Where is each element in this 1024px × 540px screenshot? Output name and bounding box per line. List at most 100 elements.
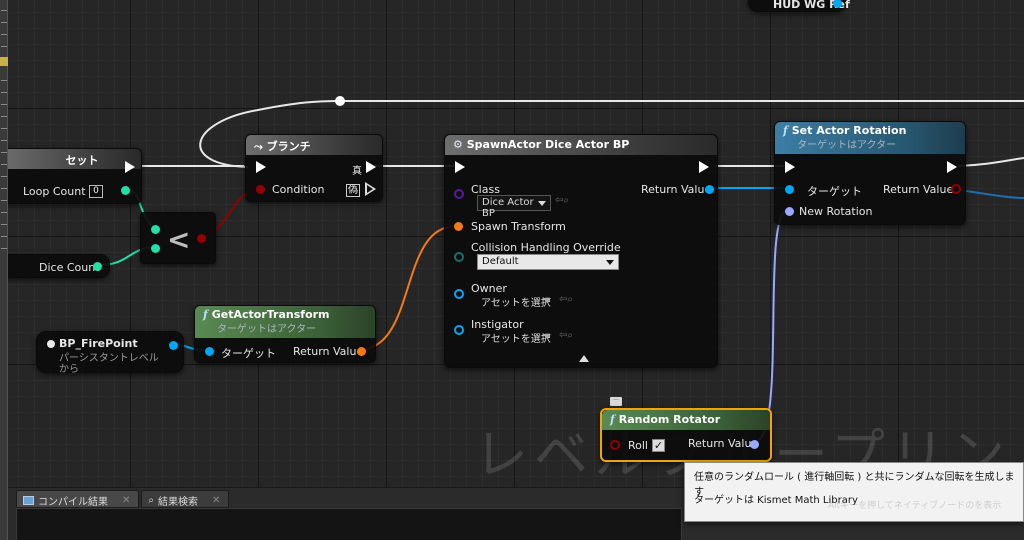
random-rotator-return-label: Return Value [688,437,759,450]
compile-results-content [16,508,682,540]
faint-hint-text: Altキーを押してネイティブノードのを表示 [828,501,1002,511]
set-loop-count-node[interactable]: セット Loop Count 0 [8,148,142,204]
collision-label: Collision Handling Override [471,241,621,254]
spawn-exec-in-pin[interactable] [455,161,465,173]
node-tooltip: 任意のランダムロール ( 進行軸回転 ) と共にランダムな回転を生成します ター… [684,462,1024,522]
owner-browse-icon[interactable]: ⇦⌕ [559,294,573,305]
owner-pin[interactable] [454,289,464,299]
spawn-actor-icon: ⚙ [453,138,463,151]
spawn-actor-header: ⚙ SpawnActor Dice Actor BP [445,135,717,155]
get-transform-header: f GetActorTransform ターゲットはアクター [195,306,375,338]
spawn-return-label: Return Value [641,183,712,196]
compile-results-icon [23,495,34,505]
tab-find-results[interactable]: ⌕ 結果検索 ✕ [141,490,230,508]
roll-label: Roll [628,439,648,452]
reroute-knot [335,96,345,106]
set-rotation-exec-in-pin[interactable] [785,161,795,173]
spawn-return-pin[interactable] [705,185,714,194]
close-icon[interactable]: ✕ [212,495,220,506]
less-than-symbol: < [167,223,191,256]
bp-firepoint-node[interactable]: BP_FirePoint パーシスタントレベル から [36,331,184,375]
hud-ref-node[interactable]: HUD WG Ref [748,0,850,12]
new-rotation-pin[interactable] [785,207,794,216]
loop-count-label: Loop Count [23,185,86,198]
exec-wire-setrot-out [957,157,1024,167]
set-node-title: セット [65,154,99,167]
less-than-input-a-pin[interactable] [151,225,160,234]
blueprint-graph-canvas[interactable]: レベルブループリント HUD WG Ref セット Loop Count 0 [8,0,1024,487]
roll-checkbox[interactable]: ✓ [652,439,665,452]
function-icon: f [783,124,788,137]
less-than-output-pin[interactable] [197,234,206,243]
branch-header: ⤳ ブランチ [246,135,382,155]
loop-count-output-pin[interactable] [121,186,130,195]
dice-count-node[interactable]: Dice Count [8,254,110,278]
less-than-input-b-pin[interactable] [151,244,160,253]
spawn-class-value: Dice Actor BP [482,197,534,219]
collapse-advanced-icon[interactable] [579,355,589,362]
instigator-select[interactable]: アセットを選択 [477,329,555,345]
new-rotation-label: New Rotation [799,205,873,218]
function-icon-3: f [610,413,615,426]
roll-pin[interactable] [610,440,620,450]
spawn-actor-title: SpawnActor Dice Actor BP [466,138,630,151]
bottom-tab-bar: コンパイル結果 ✕ ⌕ 結果検索 ✕ [16,490,230,508]
owner-value: アセットを選択 [481,298,551,309]
set-actor-rotation-node[interactable]: f Set Actor Rotation ターゲットはアクター ターゲット Ret… [774,121,966,225]
set-rotation-exec-out-pin[interactable] [947,161,957,173]
spawn-exec-out-pin[interactable] [699,161,709,173]
get-transform-target-pin[interactable] [205,347,214,356]
random-rotator-header: f Random Rotator [602,410,770,430]
get-transform-return-pin[interactable] [357,347,366,356]
loop-count-value: 0 [89,185,103,198]
branch-true-out-pin[interactable] [366,161,376,173]
spawn-class-pin[interactable] [454,189,464,199]
get-transform-subtitle: ターゲットはアクター [217,324,317,335]
close-icon[interactable]: ✕ [122,495,130,506]
random-rotator-return-pin[interactable] [750,440,759,449]
dice-count-label: Dice Count [39,261,100,274]
firepoint-sphere-icon [47,340,55,348]
random-rotator-node[interactable]: f Random Rotator Roll ✓ Return Value [600,408,772,462]
random-rotator-title: Random Rotator [618,413,721,426]
branch-false-label: 偽 [346,184,360,197]
firepoint-output-pin[interactable] [169,341,178,350]
left-toolbar-strip [0,0,8,540]
spawn-class-select[interactable]: Dice Actor BP [477,195,551,219]
collision-pin[interactable] [454,252,464,262]
set-rotation-return-pin[interactable] [951,184,961,194]
branch-condition-pin[interactable] [256,185,265,194]
instigator-pin[interactable] [454,325,464,335]
branch-true-label: 真 [352,166,362,177]
set-rotation-header: f Set Actor Rotation ターゲットはアクター [775,122,965,154]
spawn-transform-pin[interactable] [454,222,463,231]
tab-compile-results[interactable]: コンパイル結果 ✕ [16,490,140,508]
instigator-browse-icon[interactable]: ⇦⌕ [559,330,573,341]
firepoint-subtitle-2: から [59,364,79,375]
less-than-node[interactable]: < [140,212,216,264]
collision-select[interactable]: Default [477,254,619,270]
branch-title: ブランチ [266,140,311,153]
set-exec-out-pin[interactable] [125,161,135,173]
owner-select[interactable]: アセットを選択 [477,293,555,309]
spawn-actor-node[interactable]: ⚙ SpawnActor Dice Actor BP Class Dice Ac… [444,134,718,368]
get-actor-transform-node[interactable]: f GetActorTransform ターゲットはアクター ターゲット Retu… [194,305,376,363]
dice-count-output-pin[interactable] [93,262,102,271]
bookmark-marker [0,57,8,66]
collision-value: Default [482,256,519,267]
branch-icon: ⤳ [254,140,263,153]
get-transform-target-label: ターゲット [221,347,276,360]
branch-node[interactable]: ⤳ ブランチ 真 Condition 偽 [245,134,383,202]
set-rotation-target-pin[interactable] [785,185,794,194]
set-rotation-subtitle: ターゲットはアクター [797,140,897,151]
tab-compile-results-label: コンパイル結果 [38,496,108,508]
comment-bubble-icon[interactable]: ··· [610,397,622,406]
instigator-value: アセットを選択 [481,334,551,345]
find-results-icon: ⌕ [148,494,154,506]
set-rotation-target-label: ターゲット [807,185,862,198]
class-browse-icon[interactable]: ⇦⌕ [555,195,569,206]
tab-find-results-label: 結果検索 [158,496,198,508]
spawn-transform-label: Spawn Transform [471,220,566,233]
branch-exec-in-pin[interactable] [256,161,266,173]
set-rotation-return-label: Return Value [883,183,954,196]
